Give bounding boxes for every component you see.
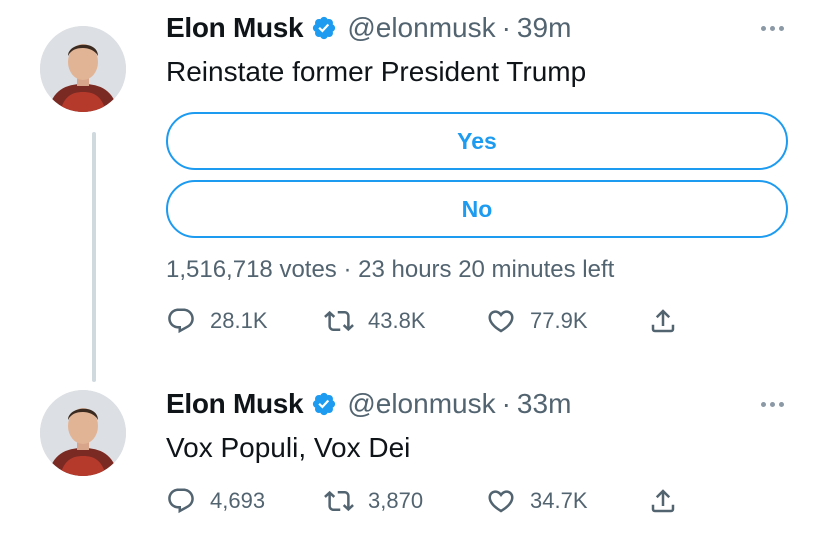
reply-count: 4,693 xyxy=(210,488,266,513)
more-icon[interactable] xyxy=(761,18,784,38)
like-button[interactable]: 77.9K xyxy=(486,304,588,338)
retweet-button[interactable]: 43.8K xyxy=(324,304,426,338)
retweet-icon xyxy=(324,490,354,512)
poll-option-no[interactable]: No xyxy=(166,180,788,238)
reply-icon xyxy=(168,488,194,514)
share-button[interactable] xyxy=(648,484,678,518)
retweet-button[interactable]: 3,870 xyxy=(324,484,423,518)
tweet-header: Elon Musk @elonmusk · 33m xyxy=(166,384,571,424)
separator-dot: · xyxy=(501,388,511,419)
avatar-image xyxy=(40,390,126,476)
tweet-text: Vox Populi, Vox Dei xyxy=(166,432,411,463)
tweet-1[interactable]: Elon Musk @elonmusk · 39m Reinstate form… xyxy=(0,0,828,370)
tweet-actions: 28.1K 43.8K 77.9K xyxy=(166,304,686,338)
like-count: 77.9K xyxy=(530,308,588,333)
reply-button[interactable]: 4,693 xyxy=(166,484,265,518)
poll-meta: 1,516,718 votes · 23 hours 20 minutes le… xyxy=(166,256,615,283)
share-icon xyxy=(651,309,675,333)
tweet-2[interactable]: Elon Musk @elonmusk · 33m Vox Populi, Vo… xyxy=(0,370,828,543)
tweet-text: Reinstate former President Trump xyxy=(166,56,587,87)
reply-button[interactable]: 28.1K xyxy=(166,304,268,338)
poll-option-yes[interactable]: Yes xyxy=(166,112,788,170)
avatar[interactable] xyxy=(40,26,126,112)
timestamp[interactable]: 39m xyxy=(517,12,571,44)
verified-badge-icon xyxy=(313,392,336,416)
retweet-count: 43.8K xyxy=(368,308,426,333)
share-button[interactable] xyxy=(648,304,678,338)
more-icon[interactable] xyxy=(761,394,784,414)
user-handle[interactable]: @elonmusk xyxy=(347,12,495,44)
avatar[interactable] xyxy=(40,390,126,476)
separator-dot: · xyxy=(501,12,511,43)
reply-count: 28.1K xyxy=(210,308,268,333)
retweet-icon xyxy=(324,310,354,332)
verified-badge-icon xyxy=(313,16,336,40)
timestamp[interactable]: 33m xyxy=(517,388,571,420)
tweet-actions: 4,693 3,870 34.7K xyxy=(166,484,686,518)
display-name[interactable]: Elon Musk xyxy=(166,12,304,44)
reply-icon xyxy=(168,308,194,334)
tweet-header: Elon Musk @elonmusk · 39m xyxy=(166,8,571,48)
tweet-thread: Elon Musk @elonmusk · 39m Reinstate form… xyxy=(0,0,828,543)
display-name[interactable]: Elon Musk xyxy=(166,388,304,420)
user-handle[interactable]: @elonmusk xyxy=(347,388,495,420)
share-icon xyxy=(651,489,675,513)
like-count: 34.7K xyxy=(530,488,588,513)
like-icon xyxy=(488,310,514,333)
avatar-image xyxy=(40,26,126,112)
retweet-count: 3,870 xyxy=(368,488,424,513)
like-button[interactable]: 34.7K xyxy=(486,484,588,518)
like-icon xyxy=(488,490,514,513)
